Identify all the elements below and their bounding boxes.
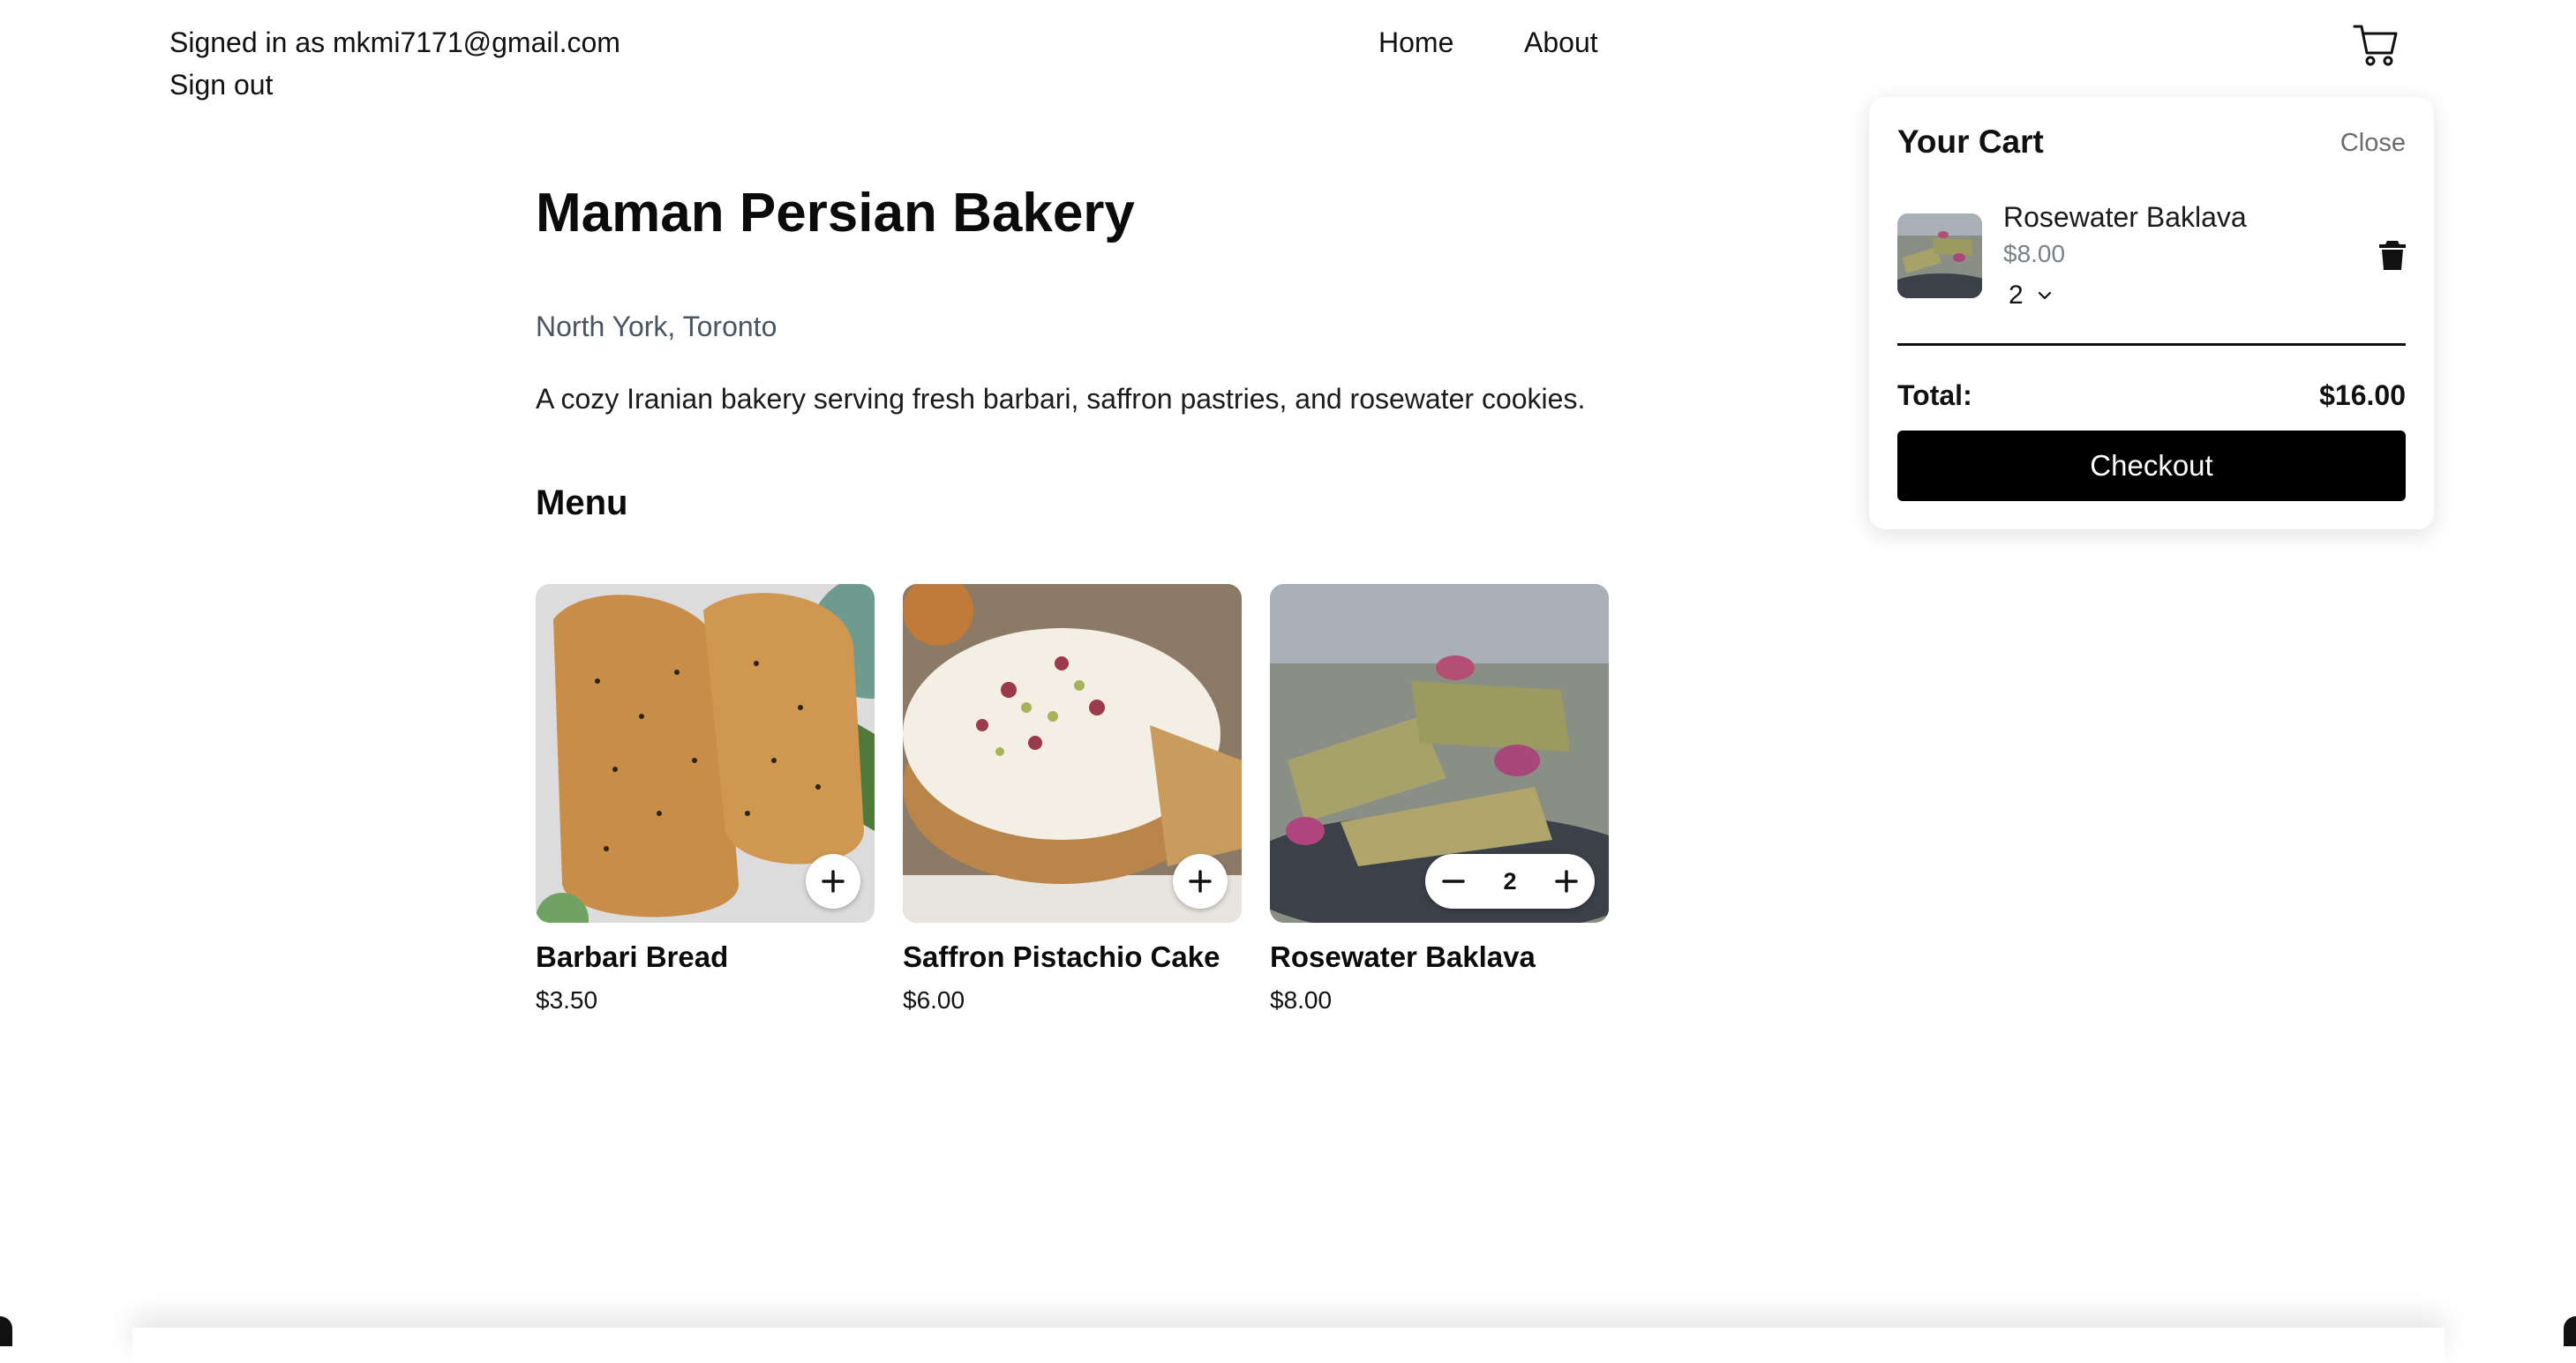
quantity-value: 2 bbox=[1503, 867, 1517, 895]
plus-icon bbox=[822, 870, 845, 893]
cart-item-quantity-value: 2 bbox=[2009, 281, 2024, 310]
rosewater-baklava-image: 2 bbox=[1270, 584, 1609, 923]
plus-icon bbox=[1189, 870, 1212, 893]
menu-item-rosewater-baklava: 2 Rosewater Baklava $8.00 bbox=[1270, 584, 1609, 1015]
menu-item-name: Saffron Pistachio Cake bbox=[903, 940, 1220, 973]
menu-item-price: $3.50 bbox=[536, 986, 598, 1014]
menu-item-price: $6.00 bbox=[903, 986, 965, 1014]
window-corner-left bbox=[0, 1316, 12, 1346]
footer-shadow bbox=[132, 1328, 2445, 1363]
menu-item-name: Rosewater Baklava bbox=[1270, 940, 1536, 973]
bakery-title: Maman Persian Bakery bbox=[536, 183, 1135, 243]
cart-item-name: Rosewater Baklava bbox=[2003, 201, 2247, 233]
add-to-cart-button[interactable] bbox=[1173, 854, 1228, 909]
cart-panel: Your Cart Close Rosewater Baklava $8.00 … bbox=[1869, 97, 2434, 529]
menu-item-barbari-bread: Barbari Bread $3.50 bbox=[536, 584, 875, 1015]
cart-item-quantity-select[interactable]: 2 bbox=[2003, 277, 2074, 314]
signed-in-text: Signed in as mkmi7171@gmail.com bbox=[169, 26, 620, 58]
saffron-pistachio-cake-image bbox=[903, 584, 1242, 923]
quantity-stepper[interactable]: 2 bbox=[1425, 854, 1595, 909]
checkout-button[interactable]: Checkout bbox=[1897, 431, 2406, 501]
increase-quantity-button[interactable] bbox=[1551, 865, 1582, 897]
plus-icon bbox=[1555, 870, 1578, 893]
cart-item-thumbnail bbox=[1897, 213, 1982, 298]
nav-home-link[interactable]: Home bbox=[1378, 26, 1453, 59]
sign-out-link[interactable]: Sign out bbox=[169, 69, 273, 101]
minus-icon bbox=[1442, 880, 1465, 883]
cart-close-button[interactable]: Close bbox=[2340, 129, 2406, 158]
cart-divider bbox=[1897, 343, 2406, 346]
cart-total-label: Total: bbox=[1897, 379, 1972, 411]
nav-about-link[interactable]: About bbox=[1524, 26, 1598, 59]
add-to-cart-button[interactable] bbox=[806, 854, 860, 909]
window-corner-right bbox=[2564, 1316, 2576, 1346]
shopping-cart-icon[interactable] bbox=[2351, 19, 2400, 69]
menu-heading: Menu bbox=[536, 483, 628, 522]
barbari-bread-image bbox=[536, 584, 875, 923]
trash-icon[interactable] bbox=[2377, 238, 2407, 272]
menu-item-price: $8.00 bbox=[1270, 986, 1333, 1014]
menu-item-name: Barbari Bread bbox=[536, 940, 729, 973]
cart-total-value: $16.00 bbox=[2319, 379, 2406, 411]
cart-title: Your Cart bbox=[1897, 124, 2044, 160]
cart-item-price: $8.00 bbox=[2003, 240, 2066, 267]
bakery-description: A cozy Iranian bakery serving fresh barb… bbox=[536, 383, 1586, 415]
decrease-quantity-button[interactable] bbox=[1438, 865, 1469, 897]
chevron-down-icon bbox=[2038, 291, 2051, 300]
menu-item-saffron-pistachio-cake: Saffron Pistachio Cake $6.00 bbox=[903, 584, 1242, 1015]
bakery-location: North York, Toronto bbox=[536, 311, 777, 342]
